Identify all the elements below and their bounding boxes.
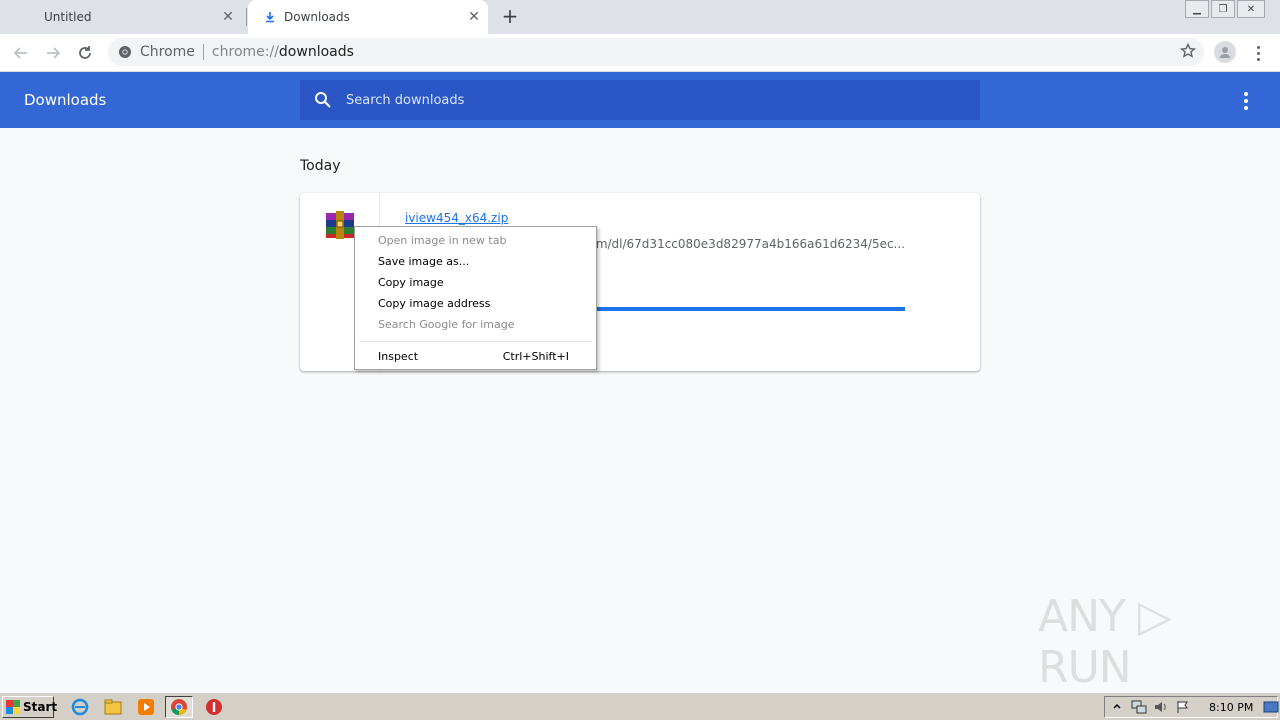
media-player-icon[interactable] xyxy=(132,696,160,718)
chrome-icon xyxy=(108,45,132,59)
network-icon[interactable] xyxy=(1131,699,1147,715)
context-menu: Open image in new tab Save image as... C… xyxy=(354,226,597,370)
omnibox-chip-label: Chrome xyxy=(140,44,195,60)
chrome-taskbar-icon[interactable] xyxy=(165,696,193,718)
restore-button[interactable]: ❐ xyxy=(1211,0,1235,18)
menu-item-search-google-for-image[interactable]: Search Google for image xyxy=(355,314,596,334)
page-title: Downloads xyxy=(24,91,107,109)
close-window-button[interactable]: ✕ xyxy=(1237,0,1265,18)
downloads-header: Downloads xyxy=(0,72,1280,128)
omnibox-divider xyxy=(202,44,204,60)
search-input[interactable] xyxy=(346,92,946,108)
screen: Untitled ✕ Downloads ✕ + ▁ ❐ ✕ Chrome ch… xyxy=(0,0,1280,720)
tab-title: Downloads xyxy=(284,10,350,24)
action-center-flag-icon[interactable] xyxy=(1175,699,1191,715)
url-scheme: chrome:// xyxy=(211,44,279,60)
reload-button[interactable] xyxy=(72,40,98,66)
menu-item-open-image-new-tab[interactable]: Open image in new tab xyxy=(355,230,596,250)
url-host: downloads xyxy=(278,44,354,60)
chrome-menu-icon[interactable] xyxy=(1250,42,1266,64)
menu-item-copy-image-address[interactable]: Copy image address xyxy=(355,293,596,313)
search-icon xyxy=(314,91,332,109)
tab-strip: Untitled ✕ Downloads ✕ + ▁ ❐ ✕ xyxy=(0,0,1280,34)
window-controls: ▁ ❐ ✕ xyxy=(1183,0,1265,18)
menu-item-inspect[interactable]: Inspect Ctrl+Shift+I xyxy=(355,346,596,366)
toolbar: Chrome chrome:// downloads xyxy=(0,34,1280,72)
downloads-menu-icon[interactable] xyxy=(1238,92,1254,110)
menu-separator xyxy=(359,341,592,342)
forward-button[interactable] xyxy=(40,40,66,66)
show-hidden-icons-icon[interactable] xyxy=(1109,699,1125,715)
menu-item-label: Copy image address xyxy=(378,296,491,310)
back-button[interactable] xyxy=(8,40,34,66)
bookmark-star-icon[interactable] xyxy=(1180,42,1196,63)
menu-item-label: Inspect xyxy=(378,349,419,363)
forward-arrow-icon xyxy=(47,47,61,59)
search-box[interactable] xyxy=(300,80,980,120)
menu-item-label: Search Google for image xyxy=(378,317,515,331)
internet-explorer-icon[interactable] xyxy=(66,696,94,718)
close-icon[interactable]: ✕ xyxy=(214,9,242,25)
reload-icon xyxy=(79,46,91,59)
show-desktop-icon[interactable] xyxy=(1263,699,1279,715)
winrar-archive-icon[interactable] xyxy=(324,209,356,241)
system-tray: 8:10 PM xyxy=(1104,696,1279,718)
tab-untitled[interactable]: Untitled ✕ xyxy=(2,0,242,34)
menu-item-label: Save image as... xyxy=(378,254,470,268)
close-icon[interactable]: ✕ xyxy=(460,9,488,25)
omnibox[interactable]: Chrome chrome:// downloads xyxy=(108,38,1204,66)
taskbar-clock[interactable]: 8:10 PM xyxy=(1209,701,1253,714)
menu-item-shortcut: Ctrl+Shift+I xyxy=(502,349,569,363)
taskbar: Start 8:10 PM xyxy=(0,692,1280,720)
menu-item-copy-image[interactable]: Copy image xyxy=(355,272,596,292)
tab-separator xyxy=(246,8,247,26)
date-section-label: Today xyxy=(300,158,341,174)
download-icon xyxy=(262,9,278,25)
stop-sign-icon[interactable] xyxy=(200,696,228,718)
tab-title: Untitled xyxy=(44,10,92,24)
minimize-button[interactable]: ▁ xyxy=(1185,0,1209,18)
start-label: Start xyxy=(23,700,58,714)
volume-icon[interactable] xyxy=(1153,699,1169,715)
start-button[interactable]: Start xyxy=(2,696,58,718)
file-explorer-icon[interactable] xyxy=(99,696,127,718)
windows-logo-icon xyxy=(6,700,20,714)
file-name-link[interactable]: iview454_x64.zip xyxy=(405,211,508,225)
new-tab-button[interactable]: + xyxy=(498,4,522,28)
tab-downloads[interactable]: Downloads ✕ xyxy=(248,0,488,34)
menu-item-save-image-as[interactable]: Save image as... xyxy=(355,251,596,271)
anyrun-watermark-logo: ANY ▷ RUN xyxy=(1038,591,1172,693)
profile-avatar-icon[interactable] xyxy=(1214,41,1236,63)
back-arrow-icon xyxy=(13,47,27,59)
menu-item-label: Copy image xyxy=(378,275,444,289)
menu-item-label: Open image in new tab xyxy=(378,233,507,247)
